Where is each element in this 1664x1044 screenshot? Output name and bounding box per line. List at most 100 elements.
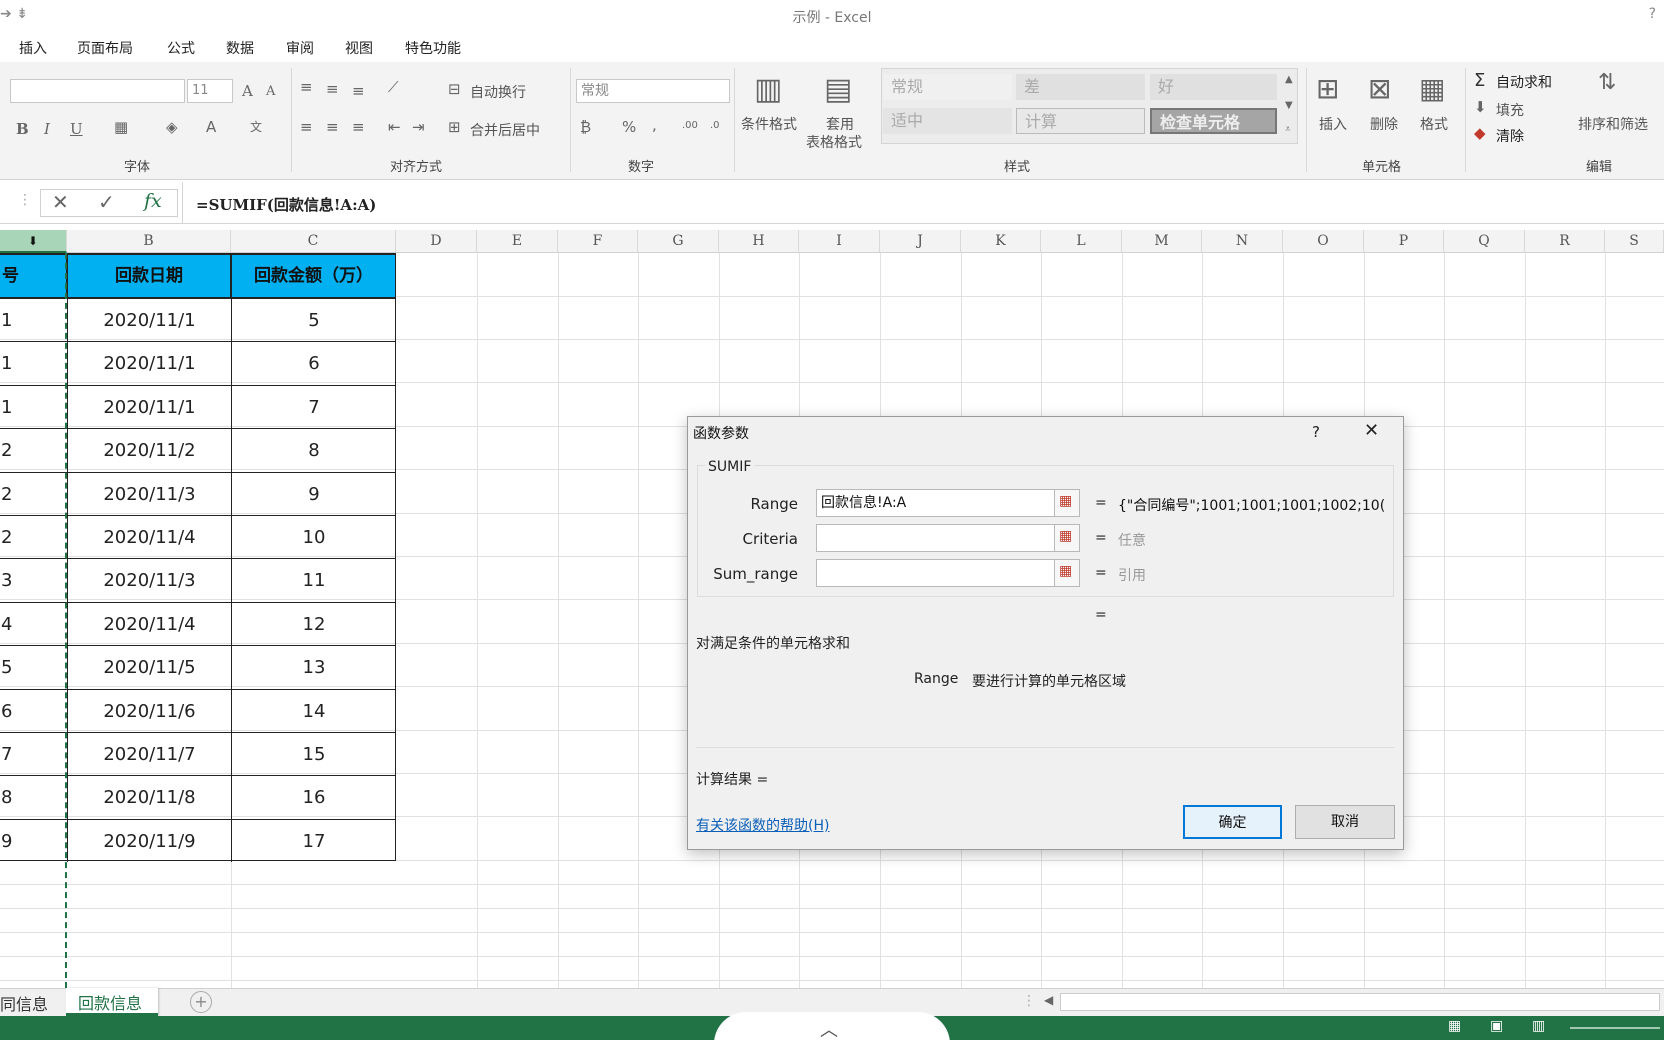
fill-color-icon[interactable]: ◈ [166,118,178,136]
column-header[interactable]: K [961,230,1041,253]
align-right-icon[interactable]: ≡ [352,118,365,136]
cell-amount[interactable]: 17 [231,818,396,863]
column-header[interactable]: R [1525,230,1605,253]
wrap-text-button[interactable]: 自动换行 [470,82,526,102]
tab-data[interactable]: 数据 [226,38,254,58]
cell-id[interactable]: 1 [0,341,67,384]
format-cells-button[interactable]: 格式 [1420,114,1448,134]
cell-id[interactable]: 3 [0,558,67,601]
horizontal-scrollbar[interactable] [1060,993,1660,1011]
cell-id[interactable]: 5 [0,645,67,688]
sum-range-input[interactable] [816,559,1055,587]
cell-id[interactable]: 2 [0,515,67,558]
gallery-more-icon[interactable]: ⩡ [1285,124,1291,135]
phonetic-icon[interactable]: 文 [250,118,262,135]
tab-insert[interactable]: 插入 [19,38,47,58]
decrease-decimal-icon[interactable]: .0 [710,120,720,131]
delete-cells-button[interactable]: 删除 [1370,114,1398,134]
cell-id[interactable]: 6 [0,688,67,732]
table-header-id[interactable]: 号 [0,254,67,298]
underline-button[interactable]: U [70,120,83,138]
gallery-scroll-down-icon[interactable]: ▼ [1285,100,1293,111]
orientation-icon[interactable]: ⟋ [388,78,399,96]
tab-special[interactable]: 特色功能 [405,38,461,58]
cell-date[interactable]: 2020/11/7 [67,732,231,776]
align-left-icon[interactable]: ≡ [300,118,313,136]
cell-date[interactable]: 2020/11/5 [67,645,231,689]
enter-formula-icon[interactable]: ✓ [98,190,115,214]
cell-amount[interactable]: 14 [231,688,396,732]
normal-view-icon[interactable]: ▦ [1448,1018,1461,1034]
add-sheet-icon[interactable]: + [190,991,212,1013]
column-header[interactable]: C [231,230,396,253]
decrease-indent-icon[interactable]: ⇤ [388,118,401,136]
font-color-icon[interactable]: A [206,118,216,136]
column-header[interactable]: D [396,230,477,253]
gallery-scroll-up-icon[interactable]: ▲ [1285,74,1293,85]
cell-amount[interactable]: 7 [231,384,396,429]
sheet-tab-active[interactable]: 回款信息 [66,988,158,1016]
column-header[interactable]: I [799,230,880,253]
column-header[interactable]: Q [1444,230,1525,253]
borders-icon[interactable]: ▦ [114,118,128,136]
column-header[interactable]: E [477,230,558,253]
dialog-help-button[interactable]: ? [1312,423,1320,441]
column-header[interactable]: L [1041,230,1122,253]
criteria-collapse-button[interactable]: ▦ [1054,524,1080,552]
tab-split-icon[interactable]: ⋮ [1022,993,1036,1009]
cancel-button[interactable]: 取消 [1295,805,1395,839]
style-calculation[interactable]: 计算 [1016,108,1145,134]
tab-review[interactable]: 审阅 [286,38,314,58]
criteria-input[interactable] [816,524,1055,552]
sort-filter-button[interactable]: 排序和筛选 [1578,114,1648,134]
cell-id[interactable]: 8 [0,775,67,818]
shrink-font-icon[interactable]: A [266,84,275,99]
bold-button[interactable]: B [16,120,29,138]
cell-date[interactable]: 2020/11/3 [67,471,231,515]
scroll-left-icon[interactable]: ◀ [1044,993,1053,1007]
cell-amount[interactable]: 12 [231,601,396,646]
cell-amount[interactable]: 5 [231,298,396,342]
cell-amount[interactable]: 10 [231,515,396,559]
cell-id[interactable]: 2 [0,428,67,471]
cell-id[interactable]: 1 [0,298,67,341]
cell-date[interactable]: 2020/11/4 [67,601,231,646]
style-check-cell[interactable]: 检查单元格 [1150,108,1277,134]
percent-style-button[interactable]: % [622,118,636,136]
cell-amount[interactable]: 16 [231,775,396,819]
autosum-button[interactable]: 自动求和 [1496,72,1552,92]
italic-button[interactable]: I [44,120,50,138]
cell-amount[interactable]: 8 [231,428,396,472]
tab-formulas[interactable]: 公式 [167,38,195,58]
page-break-view-icon[interactable]: ▥ [1532,1018,1545,1034]
cell-date[interactable]: 2020/11/3 [67,558,231,602]
ok-button[interactable]: 确定 [1183,805,1282,839]
tab-page-layout[interactable]: 页面布局 [77,38,133,58]
style-normal[interactable]: 常规 [883,74,1012,100]
align-center-icon[interactable]: ≡ [326,118,339,136]
column-header[interactable]: O [1283,230,1364,253]
number-format-dropdown[interactable]: 常规 [576,79,730,103]
fill-button[interactable]: 填充 [1496,100,1524,120]
cell-amount[interactable]: 6 [231,341,396,385]
column-header[interactable]: F [558,230,638,253]
cell-amount[interactable]: 15 [231,732,396,776]
range-input[interactable]: 回款信息!A:A [816,489,1055,517]
sheet-tab[interactable]: 同信息 [0,991,48,1015]
zoom-slider[interactable] [1570,1027,1660,1029]
function-help-link[interactable]: 有关该函数的帮助(H) [696,815,829,835]
cell-date[interactable]: 2020/11/2 [67,428,231,472]
insert-function-icon[interactable]: fx [144,190,162,212]
grow-font-icon[interactable]: A [242,82,253,100]
conditional-format-button[interactable]: 条件格式 [741,114,797,134]
column-header[interactable]: M [1122,230,1202,253]
increase-indent-icon[interactable]: ⇥ [412,118,425,136]
cell-date[interactable]: 2020/11/4 [67,515,231,559]
style-neutral[interactable]: 适中 [883,108,1012,134]
cell-amount[interactable]: 13 [231,645,396,689]
page-layout-view-icon[interactable]: ▣ [1490,1018,1503,1034]
align-top-icon[interactable]: ≡ [300,78,313,96]
accounting-format-icon[interactable]: ₿ [580,118,591,136]
cell-date[interactable]: 2020/11/1 [67,341,231,385]
column-header[interactable]: B [67,230,231,253]
